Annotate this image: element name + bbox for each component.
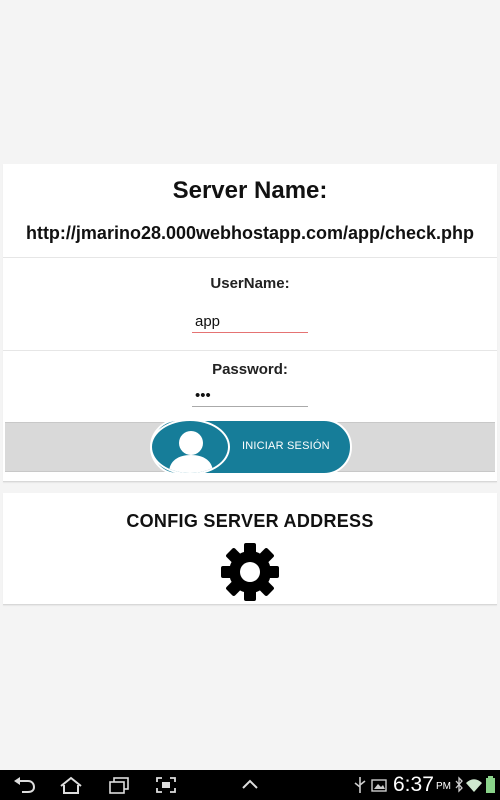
login-button-label: INICIAR SESIÓN <box>242 440 330 452</box>
divider <box>3 257 497 258</box>
server-name-title: Server Name: <box>172 177 328 204</box>
config-card[interactable]: CONFIG SERVER ADDRESS <box>3 493 497 605</box>
gear-icon[interactable] <box>219 541 281 603</box>
status-ampm: PM <box>436 781 451 792</box>
password-input[interactable]: ••• <box>192 387 308 407</box>
config-server-title: CONFIG SERVER ADDRESS <box>126 511 374 531</box>
server-url: http://jmarino28.000webhostapp.com/app/c… <box>25 223 475 243</box>
username-label: UserName: <box>210 275 290 292</box>
login-card: Server Name: http://jmarino28.000webhost… <box>3 164 497 482</box>
user-silhouette-icon <box>150 419 230 475</box>
screenshot-icon[interactable] <box>154 775 178 795</box>
back-icon[interactable] <box>12 775 38 795</box>
status-time: 6:37 <box>393 773 434 796</box>
chevron-up-icon[interactable] <box>238 775 262 795</box>
home-icon[interactable] <box>58 775 84 795</box>
usb-icon <box>354 777 366 793</box>
password-label: Password: <box>212 361 288 378</box>
recent-apps-icon[interactable] <box>106 775 132 795</box>
login-button[interactable]: INICIAR SESIÓN <box>150 419 352 475</box>
image-icon <box>371 779 387 792</box>
wifi-icon <box>466 779 482 792</box>
bluetooth-icon <box>455 776 463 793</box>
username-input[interactable]: app <box>192 313 308 333</box>
battery-icon <box>486 776 495 793</box>
divider <box>3 350 497 351</box>
system-navigation-bar: 6:37 PM <box>0 770 500 800</box>
